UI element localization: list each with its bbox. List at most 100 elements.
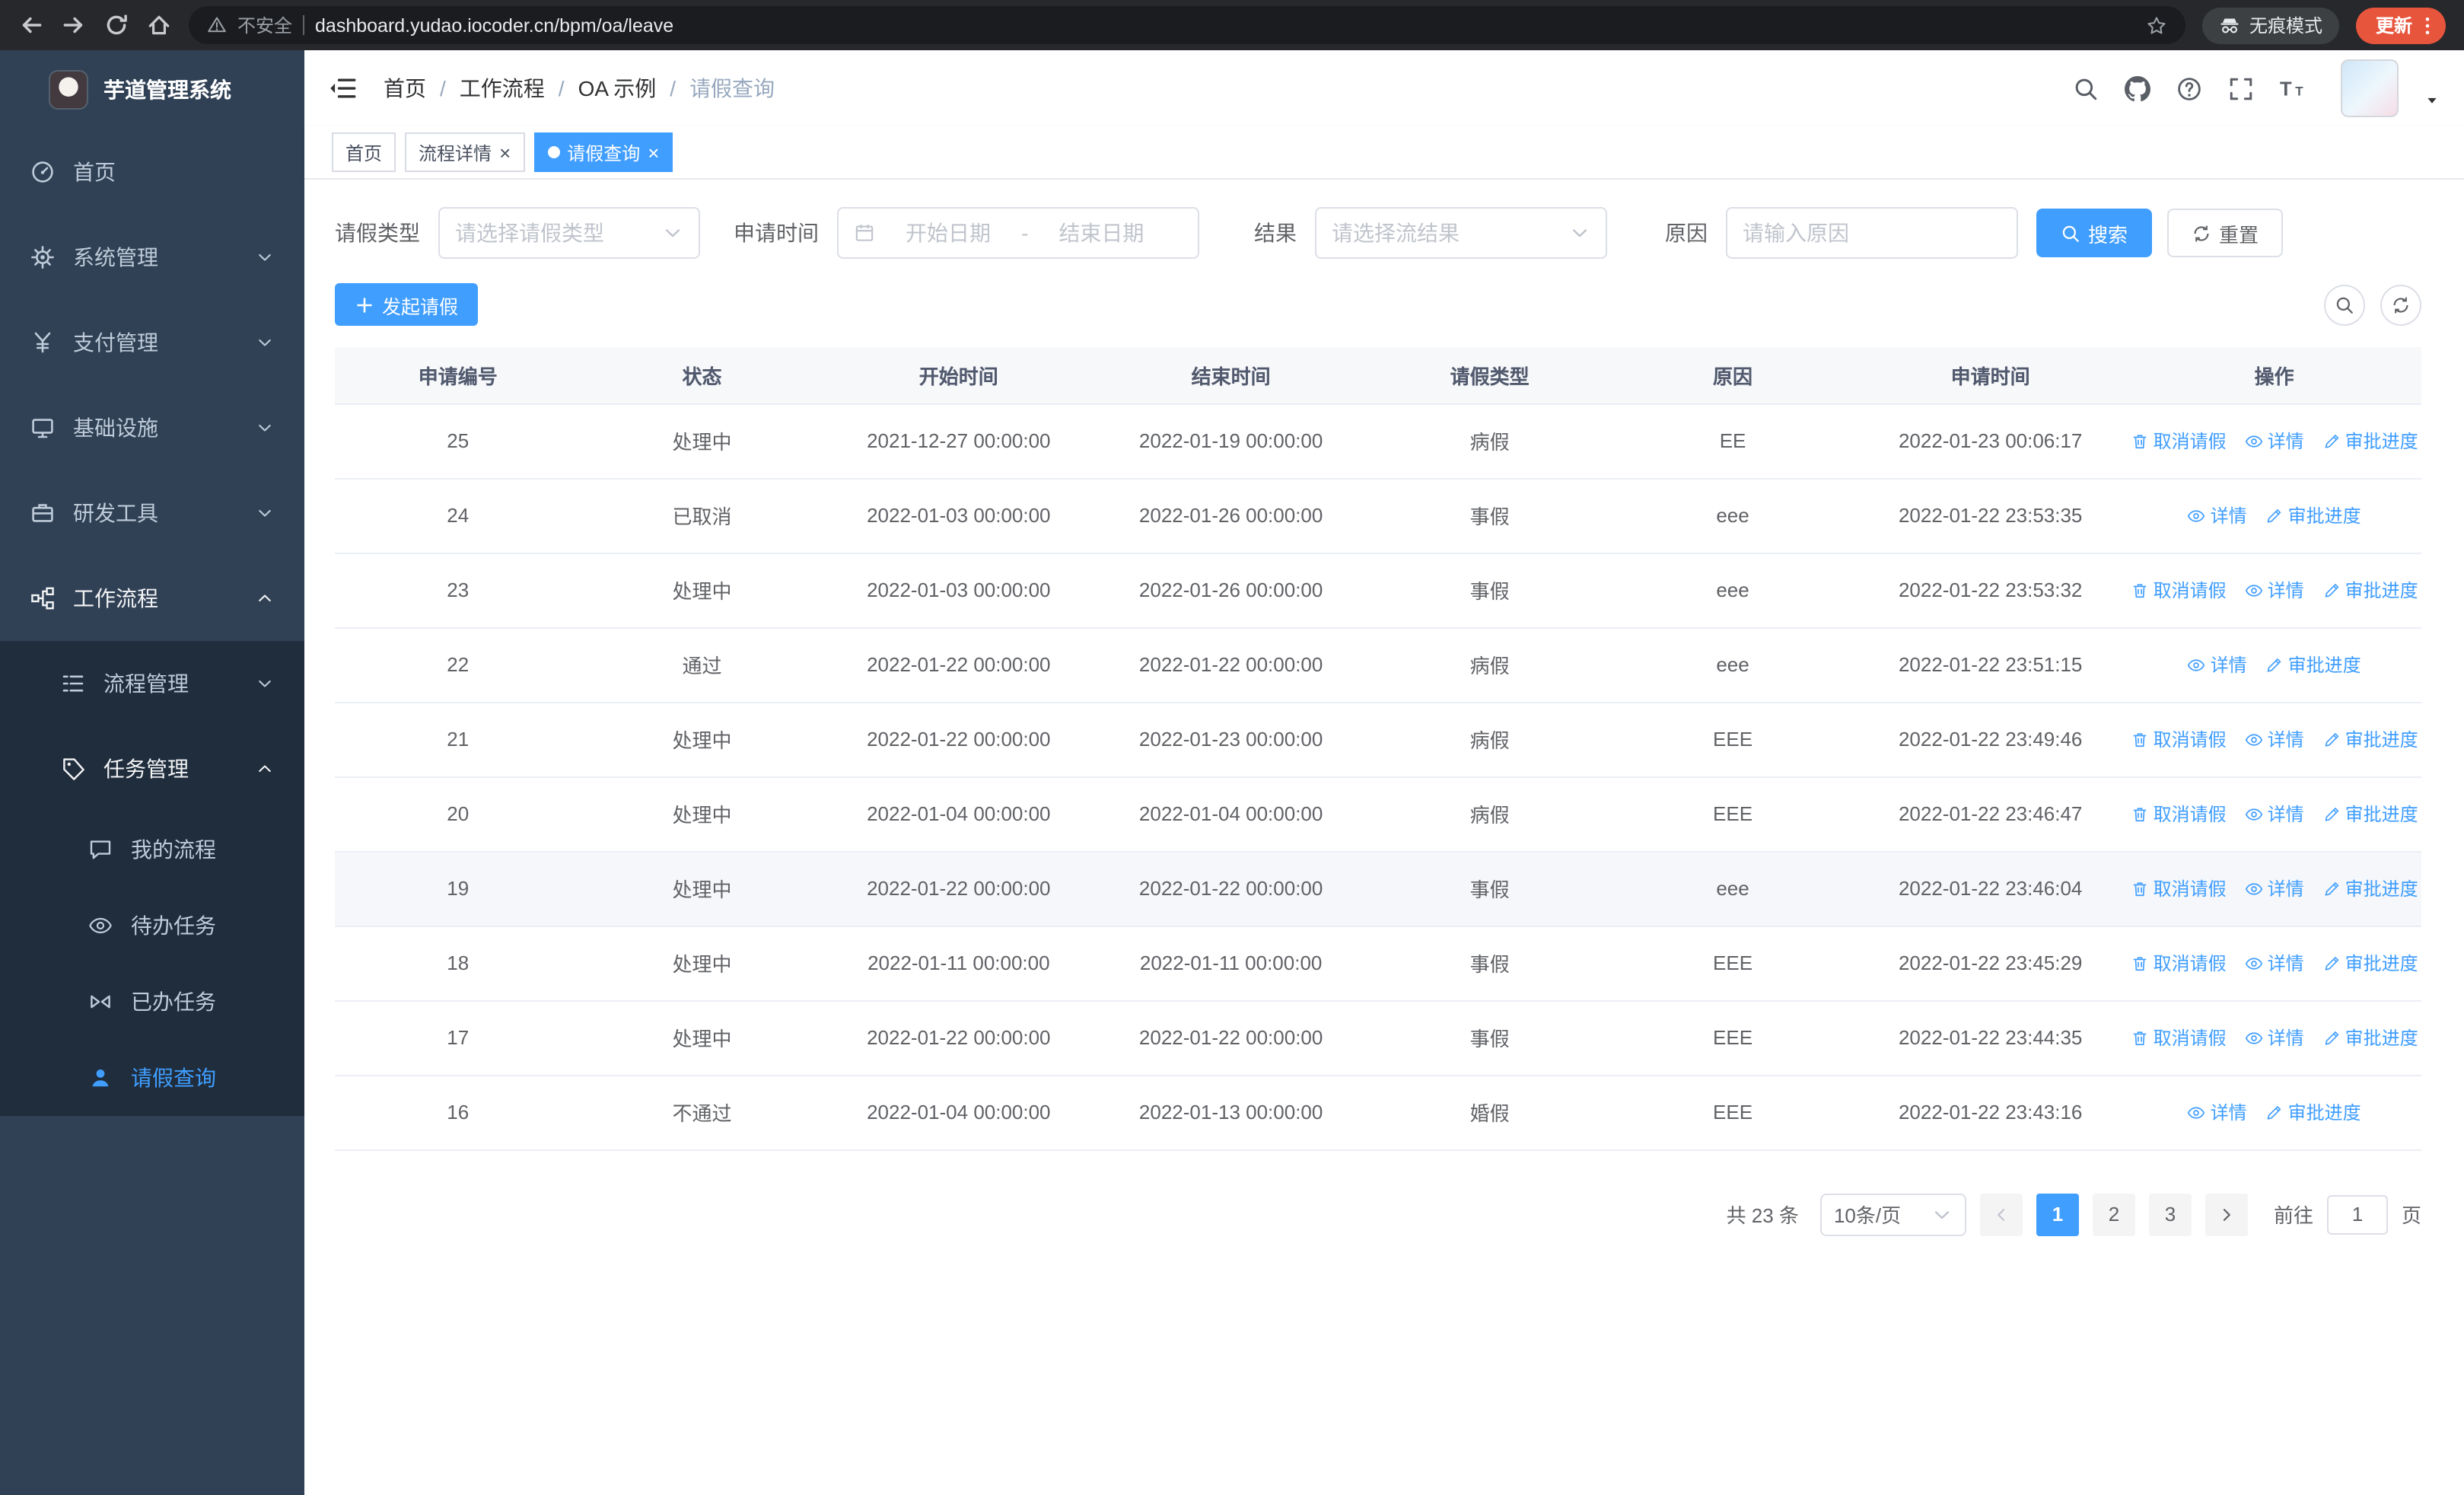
cancel-leave-link[interactable]: 取消请假: [2131, 875, 2227, 901]
reason-input-wrap[interactable]: [1726, 207, 2018, 259]
detail-link[interactable]: 详情: [2245, 577, 2304, 603]
end-date-input[interactable]: [1037, 221, 1166, 245]
search-button[interactable]: 搜索: [2036, 209, 2153, 257]
sidebar-item[interactable]: 待办任务: [0, 888, 304, 964]
eye-icon: [2188, 1103, 2206, 1121]
reason-label: 原因: [1665, 221, 1708, 245]
progress-link[interactable]: 审批进度: [2265, 1099, 2361, 1125]
sidebar-item[interactable]: 请假查询: [0, 1040, 304, 1116]
font-size-icon[interactable]: TT: [2280, 75, 2306, 101]
security-label[interactable]: 不安全: [237, 12, 292, 38]
progress-link[interactable]: 审批进度: [2322, 950, 2418, 976]
update-button[interactable]: 更新: [2355, 7, 2446, 43]
close-icon[interactable]: ×: [648, 142, 659, 162]
menu-kebab-icon[interactable]: [2417, 14, 2438, 36]
search-icon[interactable]: [2073, 75, 2099, 101]
refresh-table-button[interactable]: [2380, 284, 2421, 325]
cancel-leave-link[interactable]: 取消请假: [2131, 1025, 2227, 1050]
user-menu-caret-icon[interactable]: [2424, 93, 2440, 108]
sidebar-item[interactable]: 我的流程: [0, 811, 304, 888]
sidebar-item[interactable]: 工作流程: [0, 556, 304, 641]
create-leave-button[interactable]: 发起请假: [335, 283, 479, 326]
address-bar[interactable]: 不安全 dashboard.yudao.iocoder.cn/bpm/oa/le…: [189, 6, 2185, 44]
reason-input[interactable]: [1743, 221, 2001, 245]
sidebar-item[interactable]: 流程管理: [0, 641, 304, 726]
sidebar-item[interactable]: 任务管理: [0, 726, 304, 811]
breadcrumb-item[interactable]: 首页: [384, 73, 426, 104]
tab-label: 请假查询: [567, 142, 641, 164]
app-logo[interactable]: 芋道管理系统: [0, 50, 304, 129]
header-actions: TT: [2073, 59, 2440, 117]
cell-end: 2022-01-22 00:00:00: [1094, 851, 1368, 926]
detail-link[interactable]: 详情: [2245, 726, 2304, 752]
detail-link[interactable]: 详情: [2245, 428, 2304, 454]
goto-page-input[interactable]: [2326, 1194, 2388, 1234]
tab-2[interactable]: 请假查询 ×: [533, 132, 673, 172]
apply-time-range-picker[interactable]: -: [837, 207, 1199, 259]
cell-actions: 取消请假 详情 审批进度: [2127, 702, 2421, 777]
page-number-button[interactable]: 1: [2036, 1193, 2079, 1235]
url-text[interactable]: dashboard.yudao.iocoder.cn/bpm/oa/leave: [315, 14, 2135, 36]
detail-link[interactable]: 详情: [2188, 1099, 2247, 1125]
cancel-leave-link[interactable]: 取消请假: [2131, 801, 2227, 827]
page-number-button[interactable]: 2: [2092, 1193, 2135, 1235]
breadcrumb-item[interactable]: OA 示例: [578, 73, 657, 104]
progress-link[interactable]: 审批进度: [2322, 1025, 2418, 1050]
avatar[interactable]: [2341, 59, 2399, 117]
detail-link[interactable]: 详情: [2245, 801, 2304, 827]
trash-icon: [2131, 432, 2149, 450]
detail-link[interactable]: 详情: [2188, 502, 2247, 528]
fullscreen-icon[interactable]: [2228, 75, 2254, 101]
back-icon[interactable]: [18, 12, 44, 38]
leave-type-select[interactable]: 请选择请假类型: [438, 207, 700, 259]
bookmark-star-icon[interactable]: [2146, 14, 2167, 36]
detail-link[interactable]: 详情: [2188, 652, 2247, 677]
forward-icon[interactable]: [61, 12, 87, 38]
cancel-leave-link[interactable]: 取消请假: [2131, 428, 2227, 454]
sidebar-item[interactable]: 研发工具: [0, 470, 304, 556]
sidebar-item[interactable]: 首页: [0, 129, 304, 215]
progress-link[interactable]: 审批进度: [2322, 875, 2418, 901]
breadcrumb-item[interactable]: 工作流程: [460, 73, 545, 104]
cell-status: 处理中: [581, 851, 823, 926]
cell-reason: EE: [1612, 403, 1854, 479]
github-icon[interactable]: [2125, 75, 2150, 101]
page-size-select[interactable]: 10条/页: [1819, 1193, 1966, 1235]
cancel-leave-link[interactable]: 取消请假: [2131, 950, 2227, 976]
detail-link[interactable]: 详情: [2245, 950, 2304, 976]
sidebar-item[interactable]: 基础设施: [0, 385, 304, 470]
chevron-down-icon: [1569, 222, 1590, 244]
toggle-search-button[interactable]: [2324, 284, 2365, 325]
progress-link[interactable]: 审批进度: [2322, 428, 2418, 454]
tab-1[interactable]: 流程详情 ×: [405, 132, 525, 172]
reset-button[interactable]: 重置: [2167, 209, 2284, 257]
detail-link[interactable]: 详情: [2245, 875, 2304, 901]
collapse-sidebar-icon[interactable]: [329, 75, 356, 102]
progress-link[interactable]: 审批进度: [2322, 726, 2418, 752]
column-header: 操作: [2127, 347, 2421, 404]
page-number-button[interactable]: 3: [2148, 1193, 2192, 1235]
cell-apply_time: 2022-01-22 23:46:47: [1854, 776, 2128, 852]
reload-icon[interactable]: [103, 12, 129, 38]
home-icon[interactable]: [146, 12, 172, 38]
cell-reason: EEE: [1612, 702, 1854, 777]
table-toolbar: 发起请假: [335, 283, 2421, 326]
cancel-leave-link[interactable]: 取消请假: [2131, 577, 2227, 603]
sidebar-item[interactable]: 系统管理: [0, 215, 304, 300]
result-select[interactable]: 请选择流结果: [1315, 207, 1607, 259]
progress-link[interactable]: 审批进度: [2322, 577, 2418, 603]
prev-page-button[interactable]: [1979, 1193, 2023, 1235]
cancel-leave-link[interactable]: 取消请假: [2131, 726, 2227, 752]
progress-link[interactable]: 审批进度: [2265, 652, 2361, 677]
detail-link[interactable]: 详情: [2245, 1025, 2304, 1050]
tab-0[interactable]: 首页: [332, 132, 396, 172]
progress-link[interactable]: 审批进度: [2265, 502, 2361, 528]
cell-id: 22: [335, 627, 581, 703]
help-icon[interactable]: [2176, 75, 2202, 101]
close-icon[interactable]: ×: [499, 142, 511, 162]
next-page-button[interactable]: [2205, 1193, 2248, 1235]
sidebar-item[interactable]: 支付管理: [0, 300, 304, 385]
start-date-input[interactable]: [884, 221, 1012, 245]
progress-link[interactable]: 审批进度: [2322, 801, 2418, 827]
sidebar-item[interactable]: 已办任务: [0, 964, 304, 1040]
